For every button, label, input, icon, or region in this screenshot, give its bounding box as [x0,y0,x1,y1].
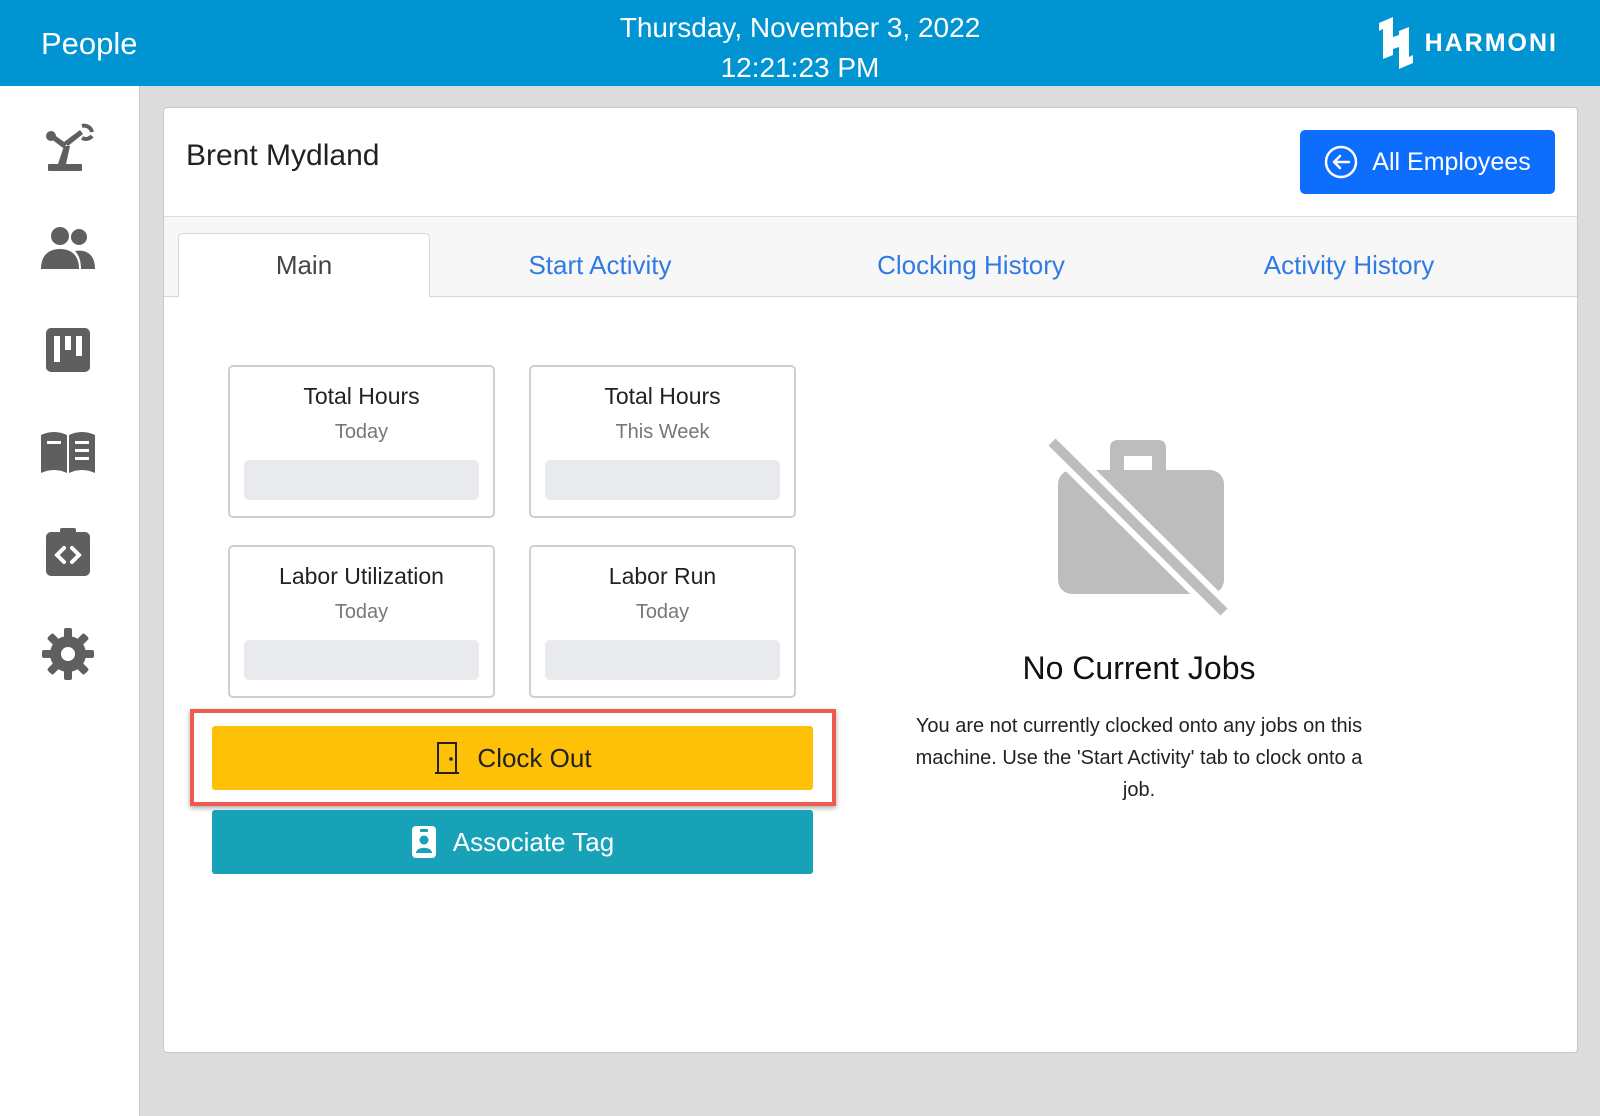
sidebar-item-manual[interactable] [38,422,98,482]
all-employees-label: All Employees [1372,147,1531,176]
tab-main[interactable]: Main [178,233,430,298]
associate-tag-label: Associate Tag [452,826,615,857]
card-header: Brent Mydland All Employees [164,108,1577,217]
no-jobs-title: No Current Jobs [1022,650,1256,686]
gear-icon [42,628,94,680]
stat-total-hours-week: Total Hours This Week [529,365,796,518]
tab-clocking-history[interactable]: Clocking History [836,233,1106,297]
current-date: Thursday, November 3, 2022 [619,12,981,43]
datetime-display: Thursday, November 3, 2022 12:21:23 PM [0,8,1600,88]
app-window: People Thursday, November 3, 2022 12:21:… [0,0,1600,1116]
arrow-left-circle-icon [1325,145,1358,179]
robot-arm-icon [46,123,94,171]
sidebar-item-board[interactable] [38,320,98,380]
clipboard-code-icon [46,528,90,576]
stat-title: Total Hours [604,383,721,409]
current-time: 12:21:23 PM [720,52,880,83]
associate-tag-button[interactable]: Associate Tag [212,810,813,874]
tab-bar: Main Start Activity Clocking History Act… [164,217,1577,298]
clock-out-button[interactable]: Clock Out [212,726,813,790]
board-icon [46,328,90,372]
sidebar-item-people[interactable] [38,218,98,278]
logo-text: HARMONI [1424,28,1558,57]
stat-subtitle: Today [334,421,389,443]
harmoni-logo: HARMONI [1373,15,1558,71]
stat-value [545,460,780,500]
sidebar-item-code[interactable] [38,522,98,582]
top-bar: People Thursday, November 3, 2022 12:21:… [0,0,1600,86]
stat-title: Labor Utilization [279,563,444,589]
sidebar-item-settings[interactable] [38,624,98,684]
employee-name: Brent Mydland [186,139,380,172]
tab-start-activity[interactable]: Start Activity [480,233,720,297]
door-icon [435,742,460,774]
stat-labor-run: Labor Run Today [529,545,796,698]
tab-activity-history[interactable]: Activity History [1224,233,1474,297]
stat-total-hours-today: Total Hours Today [228,365,495,518]
stat-value [244,640,479,680]
book-icon [41,432,95,473]
stat-labor-utilization: Labor Utilization Today [228,545,495,698]
briefcase-slash-icon [1048,438,1228,618]
stat-title: Labor Run [608,563,717,589]
stat-subtitle: Today [334,601,389,623]
stat-value [244,460,479,500]
stat-subtitle: This Week [615,421,710,443]
harmoni-logo-icon [1378,17,1413,69]
stat-title: Total Hours [303,383,420,409]
people-icon [41,227,95,269]
all-employees-button[interactable]: All Employees [1300,130,1555,194]
stat-subtitle: Today [635,601,690,623]
id-badge-icon [411,826,436,858]
sidebar [0,86,140,1116]
clock-out-label: Clock Out [477,742,592,773]
no-jobs-message: You are not currently clocked onto any j… [915,715,1363,801]
stat-value [545,640,780,680]
sidebar-item-machines[interactable] [38,118,98,178]
employee-card: Brent Mydland All Employees Main Start A… [163,107,1578,1053]
